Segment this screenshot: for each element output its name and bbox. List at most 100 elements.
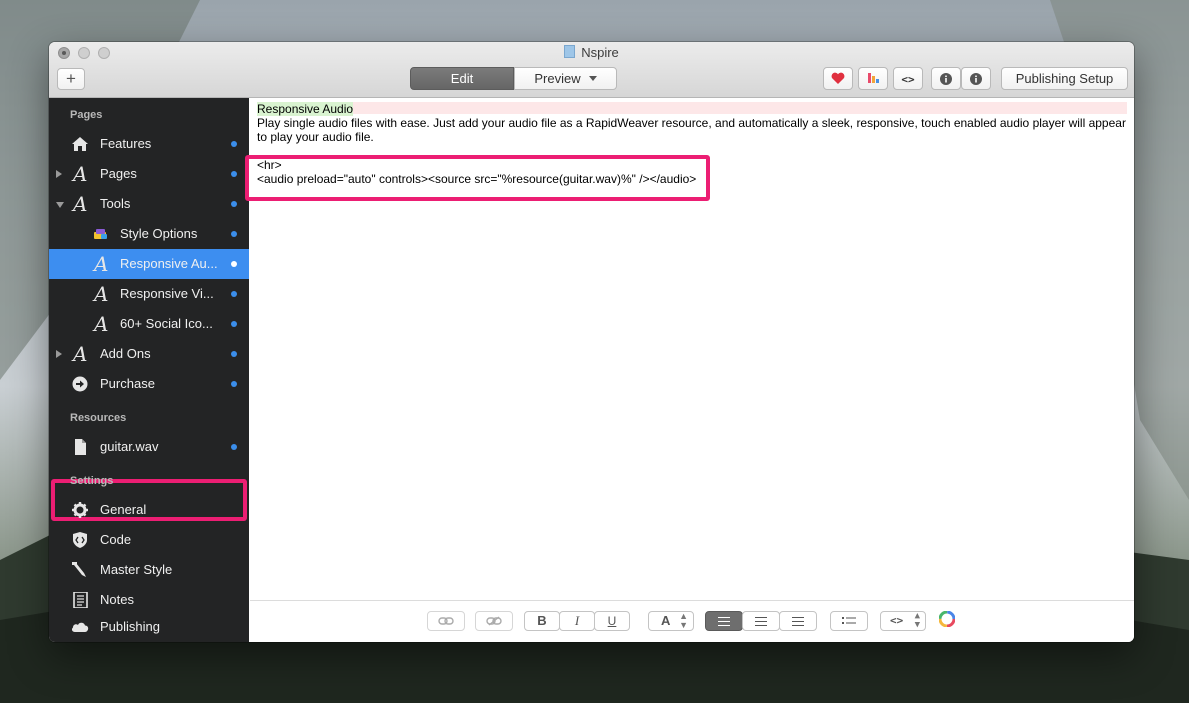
sidebar-item-label: Add Ons: [100, 346, 151, 361]
align-right-icon: [792, 617, 804, 626]
paint-brush-icon: [94, 229, 107, 239]
sidebar-item-label: Features: [100, 136, 152, 151]
sidebar-item-label: Purchase: [100, 376, 155, 391]
format-bar: B I U A ▲ ▼ <> ▲ ▼: [250, 600, 1134, 642]
underline-button[interactable]: U: [594, 611, 630, 631]
code-button[interactable]: <>: [893, 67, 923, 90]
document-icon: [564, 45, 576, 58]
list-icon: [842, 617, 856, 624]
disclosure-right-icon[interactable]: [56, 170, 62, 178]
sidebar-item-label: Master Style: [100, 562, 173, 577]
heart-icon: [831, 72, 845, 84]
styled-text-icon: A: [94, 282, 109, 306]
link-button[interactable]: [427, 611, 465, 631]
arrow-circle-icon: [72, 376, 88, 392]
sidebar-item-label: Style Options: [120, 226, 198, 241]
theme-button[interactable]: [858, 67, 888, 90]
status-dot: [231, 351, 237, 357]
sidebar-item-label: Responsive Vi...: [120, 286, 214, 301]
resources-section-header: Resources: [70, 412, 127, 424]
pages-section-header: Pages: [70, 109, 103, 121]
preview-mode-button[interactable]: Preview: [514, 67, 617, 90]
block-title-row: Responsive Audio: [257, 102, 1127, 116]
styled-text-icon: A: [73, 342, 88, 366]
site-info-button[interactable]: [961, 67, 991, 90]
align-left-button[interactable]: [705, 611, 743, 631]
styled-text-icon: A: [94, 312, 109, 336]
list-button[interactable]: [830, 611, 868, 631]
window-title: Nspire: [581, 45, 619, 60]
status-dot: [231, 201, 237, 207]
link-icon: [438, 617, 454, 625]
disclosure-down-icon[interactable]: [56, 202, 64, 208]
code-format-select[interactable]: <> ▲ ▼: [880, 611, 926, 631]
page-info-button[interactable]: [931, 67, 961, 90]
align-left-icon: [718, 617, 730, 626]
chevron-down-icon: [588, 76, 597, 81]
titlebar: Nspire + Edit Preview <> Publishing Setu…: [49, 42, 1134, 98]
code-icon: <>: [901, 73, 915, 86]
sidebar-item-purchase[interactable]: Purchase: [49, 369, 249, 399]
preview-mode-label: Preview: [534, 71, 581, 86]
sidebar-item-notes[interactable]: Notes: [49, 585, 249, 615]
add-page-button[interactable]: +: [57, 68, 85, 90]
font-style-label: A: [661, 613, 671, 628]
settings-section-header: Settings: [70, 475, 114, 487]
sidebar-item-label: General: [100, 502, 147, 517]
styled-text-icon: A: [73, 192, 88, 216]
sidebar-item-label: Tools: [100, 196, 131, 211]
status-dot: [231, 291, 237, 297]
status-dot: [231, 444, 237, 450]
sidebar-item-guitar-wav[interactable]: guitar.wav: [49, 432, 249, 462]
status-dot: [231, 261, 237, 267]
info-icon: [940, 73, 952, 85]
gear-icon: [72, 502, 88, 518]
notes-icon: [73, 592, 88, 608]
sidebar: Pages Features A Pages A Tools Style Opt…: [49, 98, 249, 642]
sidebar-item-publishing[interactable]: Publishing: [49, 612, 249, 642]
align-right-button[interactable]: [779, 611, 817, 631]
disclosure-right-icon[interactable]: [56, 350, 62, 358]
sidebar-item-style-options[interactable]: Style Options: [49, 219, 249, 249]
palette-icon: [868, 73, 879, 83]
sidebar-item-responsive-audio[interactable]: A Responsive Au...: [49, 249, 249, 279]
unlink-button[interactable]: [475, 611, 513, 631]
sidebar-item-add-ons[interactable]: A Add Ons: [49, 339, 249, 369]
italic-button[interactable]: I: [559, 611, 595, 631]
file-icon: [75, 439, 86, 455]
font-style-select[interactable]: A ▲ ▼: [648, 611, 694, 631]
favorite-button[interactable]: [823, 67, 853, 90]
code-format-label: <>: [890, 614, 904, 627]
sidebar-item-features[interactable]: Features: [49, 129, 249, 159]
sidebar-item-label: Publishing: [100, 619, 160, 634]
bold-button[interactable]: B: [524, 611, 560, 631]
color-picker-button[interactable]: [936, 610, 958, 631]
align-center-button[interactable]: [742, 611, 780, 631]
edit-mode-button[interactable]: Edit: [410, 67, 514, 90]
status-dot: [231, 321, 237, 327]
sidebar-item-master-style[interactable]: Master Style: [49, 555, 249, 585]
sidebar-item-label: Pages: [100, 166, 137, 181]
window-title-area: Nspire: [49, 45, 1134, 60]
sidebar-item-general[interactable]: General: [49, 495, 249, 525]
stepper-icon: ▲ ▼: [679, 611, 688, 630]
sidebar-item-label: Code: [100, 532, 132, 547]
sidebar-item-label: guitar.wav: [100, 439, 159, 454]
status-dot: [231, 171, 237, 177]
sidebar-item-label: Responsive Au...: [120, 256, 218, 271]
sidebar-item-tools[interactable]: A Tools: [49, 189, 249, 219]
publishing-setup-button[interactable]: Publishing Setup: [1001, 67, 1128, 90]
code-editor[interactable]: Responsive Audio Play single audio files…: [245, 98, 1134, 600]
align-center-icon: [755, 617, 767, 626]
block-description: Play single audio files with ease. Just …: [257, 116, 1126, 144]
sidebar-item-social-icons[interactable]: A 60+ Social Ico...: [49, 309, 249, 339]
styled-text-icon: A: [73, 162, 88, 186]
sidebar-item-code[interactable]: Code: [49, 525, 249, 555]
stepper-icon: ▲ ▼: [914, 611, 920, 630]
cloud-icon: [71, 622, 89, 632]
sidebar-item-label: Notes: [100, 592, 134, 607]
sidebar-item-pages[interactable]: A Pages: [49, 159, 249, 189]
sidebar-item-responsive-video[interactable]: A Responsive Vi...: [49, 279, 249, 309]
code-highlight-box: [245, 155, 710, 201]
house-icon: [72, 137, 88, 151]
